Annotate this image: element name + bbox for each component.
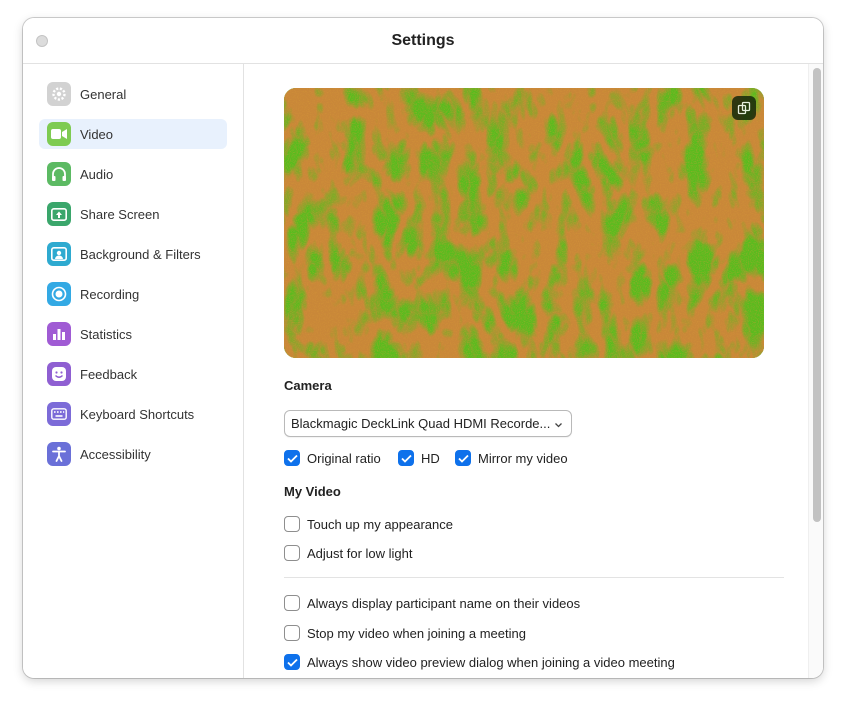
sidebar-item-recording[interactable]: Recording xyxy=(39,279,227,309)
sidebar-item-accessibility[interactable]: Accessibility xyxy=(39,439,227,469)
sidebar-item-label: General xyxy=(80,86,127,102)
rotate-camera-button[interactable] xyxy=(732,96,756,120)
checkbox-label: Touch up my appearance xyxy=(307,516,453,532)
sidebar-item-label: Feedback xyxy=(80,366,138,382)
video-camera-icon xyxy=(47,122,71,146)
sidebar-item-video[interactable]: Video xyxy=(39,119,227,149)
stop-video-checkbox[interactable] xyxy=(284,625,300,641)
sidebar-item-feedback[interactable]: Feedback xyxy=(39,359,227,389)
accessibility-icon xyxy=(47,442,71,466)
display-participant-name-option[interactable]: Always display participant name on their… xyxy=(284,595,580,611)
keyboard-icon xyxy=(47,402,71,426)
sidebar-item-background-filters[interactable]: Background & Filters xyxy=(39,239,227,269)
video-preview-dialog-checkbox[interactable] xyxy=(284,654,300,670)
bar-chart-icon xyxy=(47,322,71,346)
scrollbar-thumb[interactable] xyxy=(813,68,821,522)
scrollbar[interactable] xyxy=(808,64,823,678)
settings-sidebar: General Video Audio Share Screen Backgro… xyxy=(23,64,244,678)
checkbox-label: Adjust for low light xyxy=(307,545,413,561)
video-preview-dialog-option[interactable]: Always show video preview dialog when jo… xyxy=(284,654,675,670)
camera-heading: Camera xyxy=(284,378,332,393)
rotate-icon xyxy=(737,101,751,115)
touch-up-checkbox[interactable] xyxy=(284,516,300,532)
touch-up-option[interactable]: Touch up my appearance xyxy=(284,516,453,532)
headphones-icon xyxy=(47,162,71,186)
sidebar-item-label: Recording xyxy=(80,286,140,302)
hd-checkbox[interactable] xyxy=(398,450,414,466)
checkbox-label: Always show video preview dialog when jo… xyxy=(307,654,675,670)
sidebar-item-audio[interactable]: Audio xyxy=(39,159,227,189)
settings-window: Settings General Video Audio Share Scree… xyxy=(23,18,823,678)
gear-icon xyxy=(47,82,71,106)
checkbox-label: HD xyxy=(421,450,440,466)
stop-video-option[interactable]: Stop my video when joining a meeting xyxy=(284,625,526,641)
hd-option[interactable]: HD xyxy=(398,450,440,466)
sidebar-item-label: Share Screen xyxy=(80,206,160,222)
title-bar: Settings xyxy=(23,18,823,64)
sidebar-item-keyboard-shortcuts[interactable]: Keyboard Shortcuts xyxy=(39,399,227,429)
sidebar-item-label: Background & Filters xyxy=(80,246,201,262)
camera-select-value: Blackmagic DeckLink Quad HDMI Recorde... xyxy=(291,416,551,431)
video-settings-panel: Camera Blackmagic DeckLink Quad HDMI Rec… xyxy=(244,64,823,678)
smiley-icon xyxy=(47,362,71,386)
original-ratio-option[interactable]: Original ratio xyxy=(284,450,381,466)
camera-preview xyxy=(284,88,764,358)
camera-preview-image xyxy=(284,88,764,358)
sidebar-item-label: Audio xyxy=(80,166,114,182)
low-light-option[interactable]: Adjust for low light xyxy=(284,545,413,561)
my-video-heading: My Video xyxy=(284,484,341,499)
background-person-icon xyxy=(47,242,71,266)
mirror-video-checkbox[interactable] xyxy=(455,450,471,466)
sidebar-item-label: Accessibility xyxy=(80,446,151,462)
sidebar-item-statistics[interactable]: Statistics xyxy=(39,319,227,349)
share-screen-icon xyxy=(47,202,71,226)
sidebar-item-share-screen[interactable]: Share Screen xyxy=(39,199,227,229)
sidebar-item-general[interactable]: General xyxy=(39,79,227,109)
checkbox-label: Original ratio xyxy=(307,450,381,466)
display-participant-name-checkbox[interactable] xyxy=(284,595,300,611)
original-ratio-checkbox[interactable] xyxy=(284,450,300,466)
record-icon xyxy=(47,282,71,306)
divider xyxy=(284,577,784,578)
sidebar-item-label: Statistics xyxy=(80,326,133,342)
window-title: Settings xyxy=(391,32,455,49)
low-light-checkbox[interactable] xyxy=(284,545,300,561)
mirror-video-option[interactable]: Mirror my video xyxy=(455,450,568,466)
checkbox-label: Stop my video when joining a meeting xyxy=(307,625,526,641)
sidebar-item-label: Keyboard Shortcuts xyxy=(80,406,195,422)
checkbox-label: Mirror my video xyxy=(478,450,568,466)
checkbox-label: Always display participant name on their… xyxy=(307,595,581,611)
camera-select[interactable]: Blackmagic DeckLink Quad HDMI Recorde... xyxy=(284,410,572,437)
sidebar-item-label: Video xyxy=(80,126,114,142)
chevron-down-icon xyxy=(554,417,563,432)
